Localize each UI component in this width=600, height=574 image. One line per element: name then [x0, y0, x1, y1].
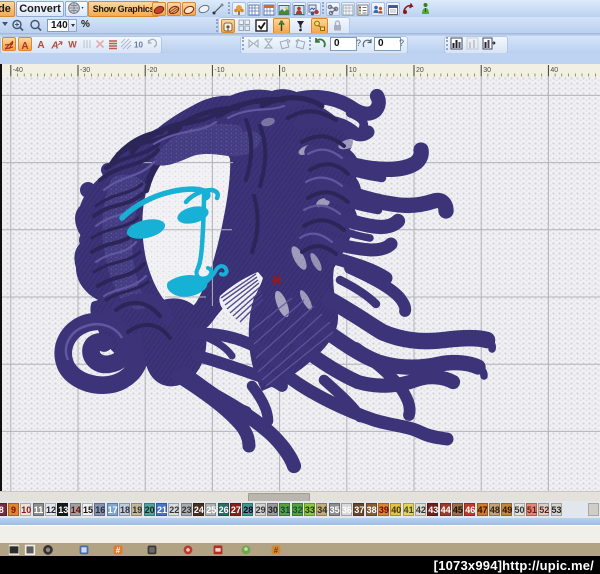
svg-text:-40: -40 — [13, 67, 23, 74]
svg-text:A: A — [50, 41, 58, 51]
svg-text:-30: -30 — [80, 67, 90, 74]
svg-text:20: 20 — [416, 67, 424, 74]
svg-text:W: W — [68, 40, 77, 50]
svg-text:-10: -10 — [214, 67, 224, 74]
svg-text:10: 10 — [134, 41, 143, 50]
svg-text:#: # — [116, 546, 121, 555]
svg-text:40: 40 — [550, 67, 558, 74]
svg-text:30: 30 — [483, 67, 491, 74]
svg-text:10: 10 — [349, 67, 357, 74]
svg-text:#: # — [274, 546, 279, 555]
svg-text:-20: -20 — [147, 67, 157, 74]
svg-text:0: 0 — [282, 67, 286, 74]
svg-text:A: A — [21, 41, 28, 51]
svg-text:A: A — [37, 40, 44, 50]
